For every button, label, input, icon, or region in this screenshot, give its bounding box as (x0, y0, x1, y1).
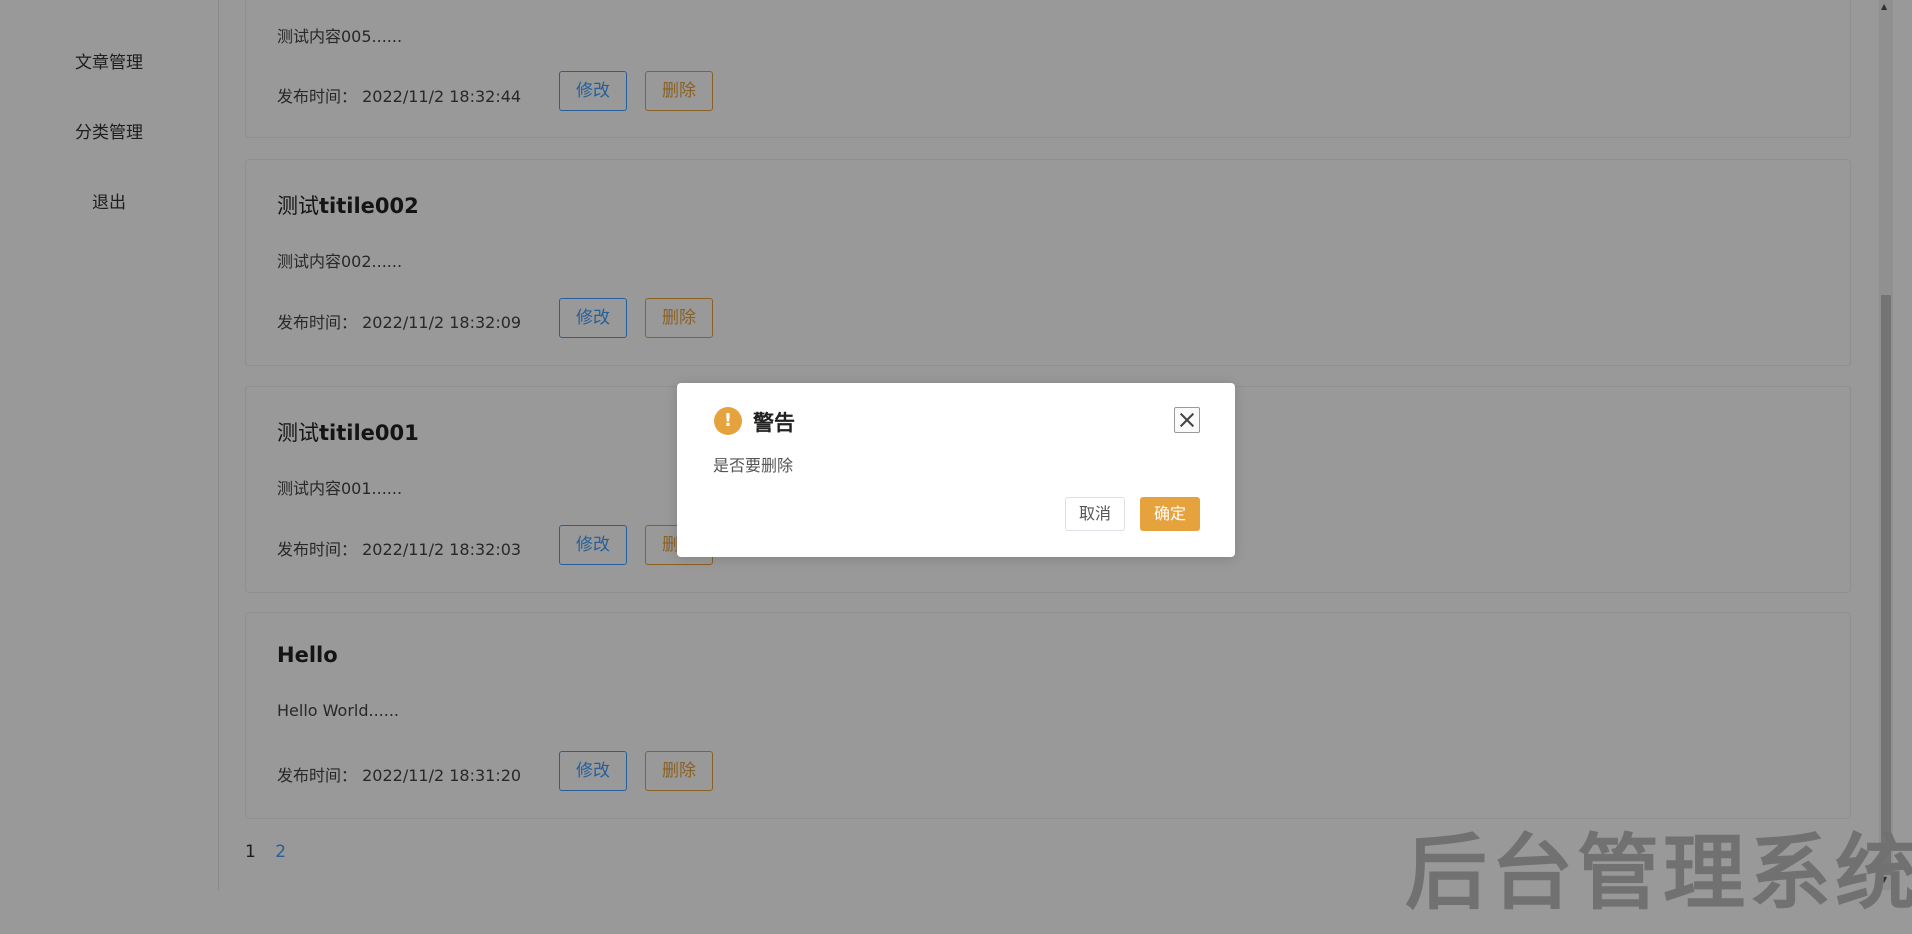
dialog-title: 警告 (753, 411, 795, 435)
close-icon[interactable] (1174, 407, 1200, 433)
warning-icon: ! (714, 407, 742, 435)
dialog-message: 是否要删除 (713, 456, 794, 475)
app-window: 文章管理 分类管理 退出 测试内容005...... 发布时间： 2022/11… (0, 0, 1912, 934)
confirm-dialog: ! 警告 是否要删除 取消 确定 (677, 383, 1235, 557)
cancel-button[interactable]: 取消 (1065, 497, 1125, 531)
confirm-button[interactable]: 确定 (1140, 497, 1200, 531)
